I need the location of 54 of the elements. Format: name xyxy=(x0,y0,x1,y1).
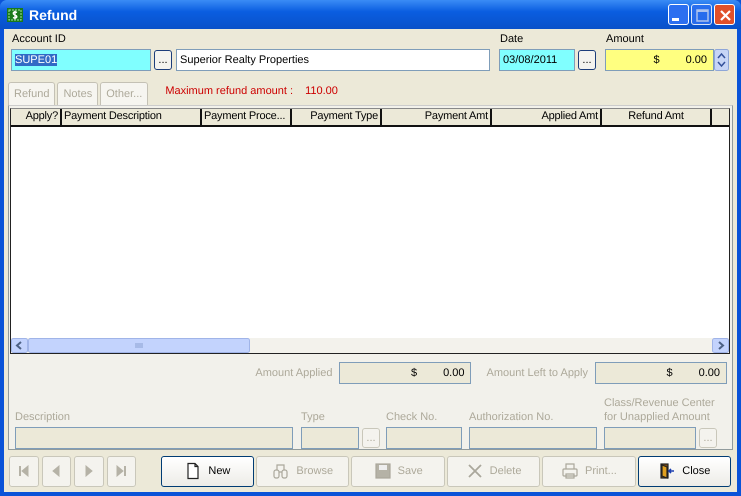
column-header[interactable]: Refund Amt xyxy=(602,109,712,125)
summary-label: Amount Applied xyxy=(255,367,332,379)
field-label: Description xyxy=(15,410,72,424)
input-field[interactable] xyxy=(604,427,696,449)
summary-label: Amount Left to Apply xyxy=(486,367,588,379)
date-field[interactable]: 03/08/2011 xyxy=(499,49,575,71)
column-header[interactable]: Applied Amt xyxy=(492,109,602,125)
field-label: Authorization No. xyxy=(469,410,554,424)
account-name-field[interactable]: Superior Realty Properties xyxy=(176,49,490,71)
field-label: Type xyxy=(301,410,326,424)
field-label: Check No. xyxy=(386,410,438,424)
spinner-icon[interactable] xyxy=(714,49,729,71)
amount-field[interactable]: $ 0.00 xyxy=(605,49,714,71)
skip-arrow-icon xyxy=(115,465,128,477)
scroll-left-button[interactable] xyxy=(11,338,28,353)
account-id-field[interactable]: SUPE01 xyxy=(11,49,151,71)
input-field[interactable] xyxy=(386,427,462,449)
scroll-right-button[interactable] xyxy=(712,338,729,353)
scrollbar-thumb[interactable] xyxy=(28,338,250,353)
minimize-icon xyxy=(672,18,679,21)
summary-field: $ 0.00 xyxy=(339,362,472,384)
column-header[interactable]: Payment Proce... xyxy=(202,109,292,125)
floppy-icon xyxy=(374,462,392,480)
maximum-refund-value: 110.00 xyxy=(305,85,338,97)
window-title: Refund xyxy=(29,6,78,22)
input-field[interactable] xyxy=(469,427,597,449)
cross-icon xyxy=(466,462,484,480)
window-close-button[interactable] xyxy=(714,4,735,25)
new-button[interactable]: New xyxy=(160,456,254,486)
printer-icon xyxy=(561,462,580,480)
account-id-label: Account ID xyxy=(11,32,67,47)
column-header[interactable]: Apply? xyxy=(11,109,62,125)
date-label: Date xyxy=(499,32,524,47)
skip-arrow-icon xyxy=(18,465,30,477)
column-header[interactable]: Payment Amt xyxy=(382,109,492,125)
triangle-arrow-icon xyxy=(50,465,62,477)
close-button[interactable]: Close xyxy=(638,456,732,486)
account-browse-button[interactable]: ... xyxy=(154,50,172,70)
dollar-icon xyxy=(7,6,23,22)
triangle-arrow-icon xyxy=(82,465,95,477)
minimize-button[interactable] xyxy=(668,4,689,25)
date-picker-button[interactable]: ... xyxy=(578,50,596,70)
input-field[interactable] xyxy=(15,427,293,449)
amount-label: Amount xyxy=(605,32,645,47)
field-label: Class/Revenue Center for Unapplied Amount xyxy=(604,396,716,424)
binoculars-icon xyxy=(272,462,290,480)
column-header[interactable]: Payment Description xyxy=(62,109,202,125)
summary-field: $ 0.00 xyxy=(595,362,727,384)
input-field[interactable] xyxy=(301,427,359,449)
door-icon xyxy=(658,462,676,480)
maximum-refund-label: Maximum refund amount : xyxy=(165,85,294,97)
maximize-button[interactable] xyxy=(691,4,712,25)
horizontal-scrollbar[interactable] xyxy=(11,338,729,353)
column-header[interactable]: Payment Type xyxy=(292,109,382,125)
